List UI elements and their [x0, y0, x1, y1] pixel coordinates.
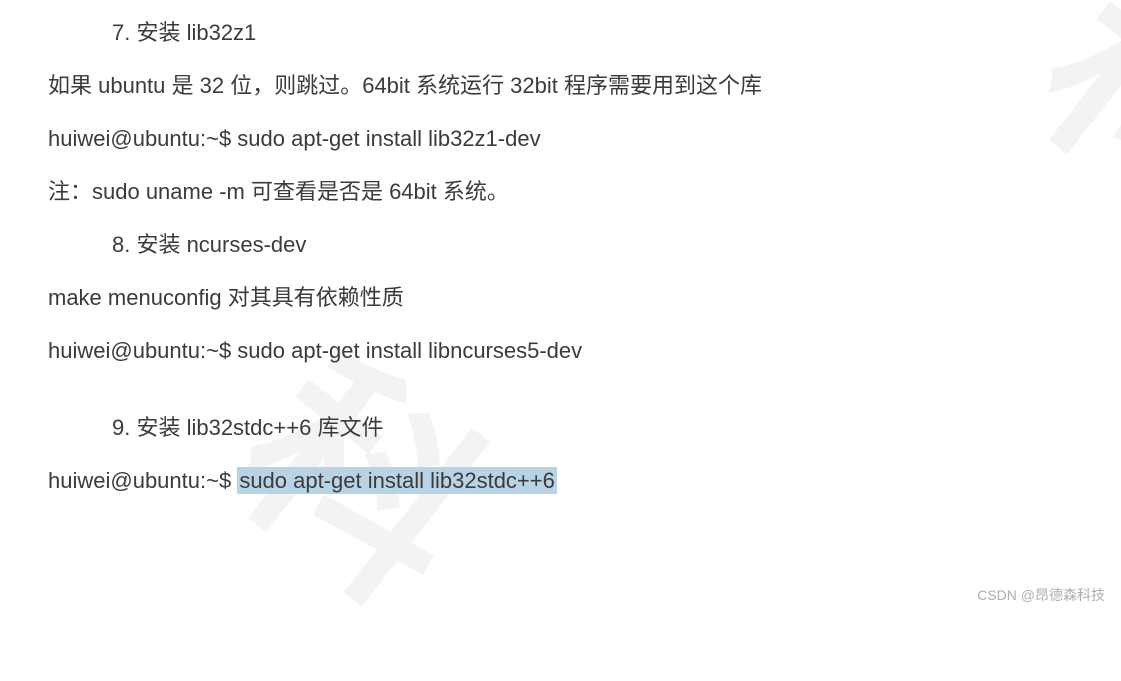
section-9-command-line: huiwei@ubuntu:~$ sudo apt-get install li… [48, 464, 1073, 497]
section-8-description: make menuconfig 对其具有依赖性质 [48, 281, 1073, 314]
section-7-description: 如果 ubuntu 是 32 位，则跳过。64bit 系统运行 32bit 程序… [48, 69, 1073, 102]
section-9-heading: 9. 安装 lib32stdc++6 库文件 [48, 411, 1073, 444]
section-8-heading: 8. 安装 ncurses-dev [48, 228, 1073, 261]
section-7-command: huiwei@ubuntu:~$ sudo apt-get install li… [48, 122, 1073, 155]
blank-spacer [48, 387, 1073, 411]
csdn-watermark: CSDN @昂德森科技 [977, 585, 1105, 606]
section-7-heading: 7. 安装 lib32z1 [48, 16, 1073, 49]
section-9-highlighted-command[interactable]: sudo apt-get install lib32stdc++6 [237, 467, 557, 494]
section-9-prompt: huiwei@ubuntu:~$ [48, 468, 237, 493]
section-7-note: 注：sudo uname -m 可查看是否是 64bit 系统。 [48, 175, 1073, 208]
document-content: 7. 安装 lib32z1 如果 ubuntu 是 32 位，则跳过。64bit… [48, 16, 1073, 497]
section-8-command: huiwei@ubuntu:~$ sudo apt-get install li… [48, 334, 1073, 367]
